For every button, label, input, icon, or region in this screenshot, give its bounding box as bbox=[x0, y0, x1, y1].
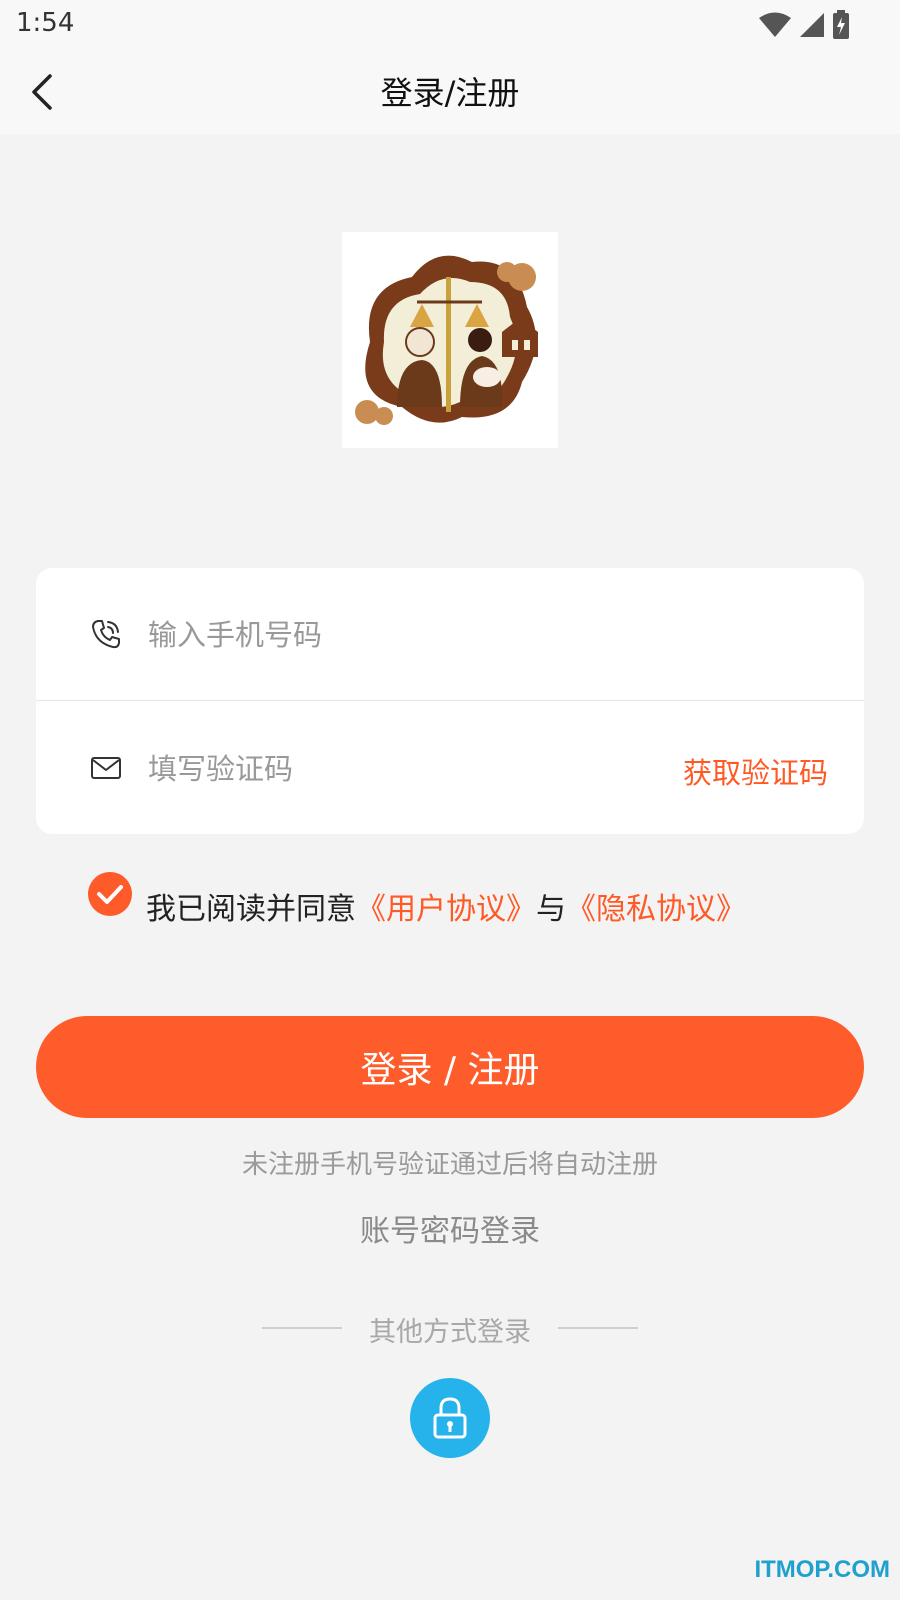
get-code-button[interactable]: 获取验证码 bbox=[683, 750, 828, 792]
login-register-button[interactable]: 登录 / 注册 bbox=[36, 1016, 864, 1118]
agreement-conjunction: 与 bbox=[536, 892, 566, 927]
user-agreement-link[interactable]: 《用户协议》 bbox=[356, 892, 536, 927]
phone-input[interactable] bbox=[146, 612, 750, 658]
lock-icon bbox=[433, 1397, 467, 1439]
login-register-button-label: 登录 / 注册 bbox=[360, 1050, 540, 1091]
status-icons bbox=[758, 10, 850, 40]
privacy-agreement-link[interactable]: 《隐私协议》 bbox=[566, 892, 746, 927]
battery-icon bbox=[833, 10, 849, 39]
auto-register-tip: 未注册手机号验证通过后将自动注册 bbox=[241, 1150, 658, 1180]
agreement-prefix: 我已阅读并同意 bbox=[146, 892, 356, 927]
login-form-card bbox=[36, 568, 864, 834]
checkmark-icon bbox=[97, 885, 123, 904]
password-login-link[interactable]: 账号密码登录 bbox=[360, 1214, 540, 1249]
password-login-lock-button[interactable] bbox=[410, 1378, 490, 1458]
envelope-icon bbox=[91, 757, 121, 779]
verification-code-input[interactable] bbox=[146, 746, 630, 792]
cell-signal-icon bbox=[800, 13, 824, 37]
phone-icon bbox=[92, 620, 120, 649]
field-divider bbox=[36, 700, 864, 701]
app-logo bbox=[342, 232, 558, 448]
other-methods-label: 其他方式登录 bbox=[369, 1317, 531, 1348]
status-time: 1:54 bbox=[16, 8, 75, 38]
page-title: 登录/注册 bbox=[380, 74, 520, 112]
watermark: ITMOP.COM bbox=[754, 1556, 890, 1583]
family-justice-logo-icon bbox=[355, 255, 538, 425]
password-login-row: 账号密码登录 bbox=[0, 1206, 900, 1250]
agreement-text: 我已阅读并同意《用户协议》与《隐私协议》 bbox=[146, 884, 746, 928]
agreement-checkbox[interactable] bbox=[88, 872, 132, 916]
wifi-icon bbox=[759, 12, 791, 37]
